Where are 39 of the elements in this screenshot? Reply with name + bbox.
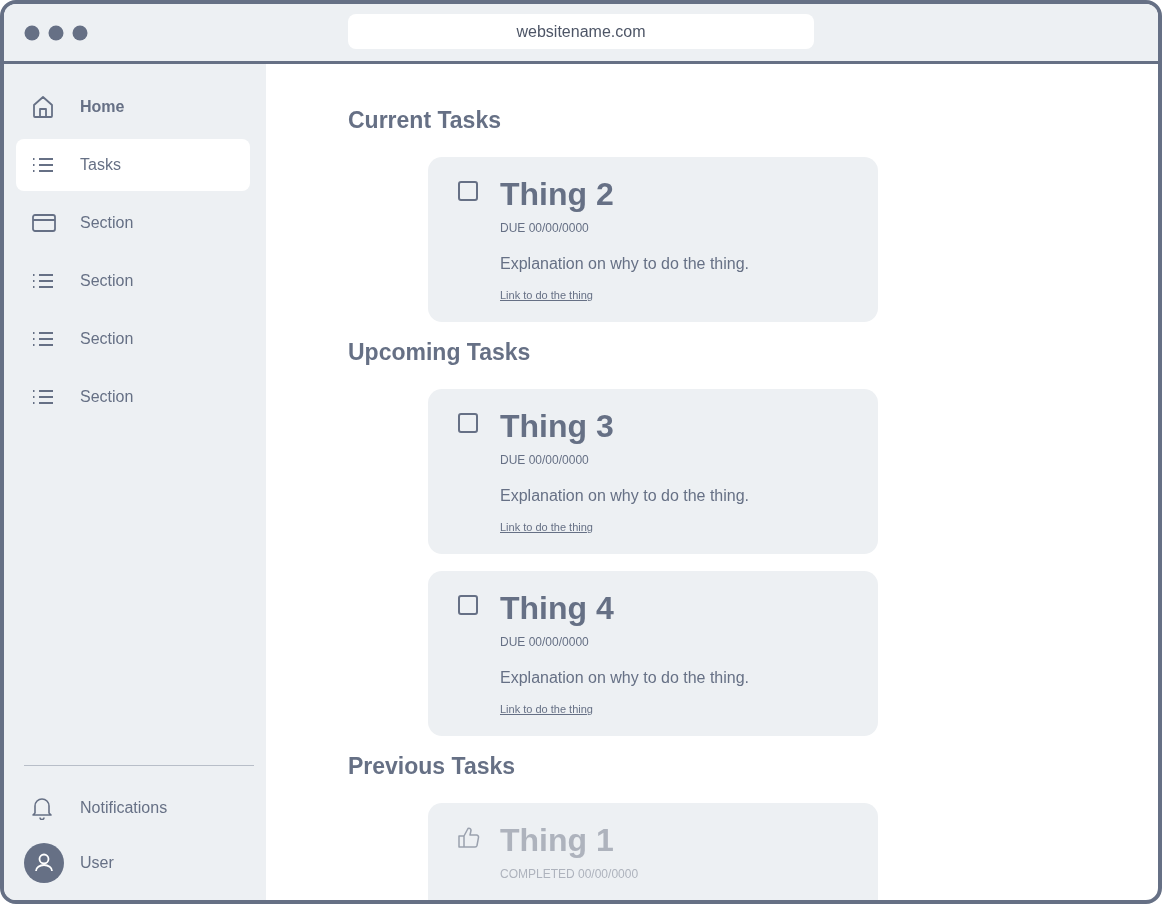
bell-icon xyxy=(32,795,52,820)
list-icon xyxy=(32,389,54,405)
task-title: Thing 3 xyxy=(500,409,615,443)
task-link[interactable]: Link to do the thing xyxy=(500,521,593,533)
task-date: COMPLETED 00/00/0000 xyxy=(500,867,639,881)
task-link[interactable]: Link to do the thing xyxy=(500,289,593,301)
task-title: Thing 1 xyxy=(500,823,615,857)
card-icon xyxy=(32,214,56,232)
checkbox[interactable] xyxy=(458,181,478,201)
sidebar-item[interactable]: Section xyxy=(16,371,250,423)
address-bar[interactable]: websitename.com xyxy=(348,14,814,49)
sidebar-item[interactable]: User xyxy=(16,835,250,890)
task-date: DUE 00/00/0000 xyxy=(500,635,590,649)
section-heading: Previous Tasks xyxy=(348,753,517,780)
home-icon xyxy=(32,95,54,119)
thumbs-up-icon xyxy=(458,827,480,849)
sidebar-item[interactable]: Notifications xyxy=(16,780,250,835)
window-dots-icon xyxy=(24,24,88,41)
sidebar-item[interactable]: Section xyxy=(16,313,250,365)
task-explanation: Explanation on why to do the thing. xyxy=(500,669,750,687)
section-heading: Current Tasks xyxy=(348,107,502,134)
section-heading: Upcoming Tasks xyxy=(348,339,532,366)
list-icon xyxy=(32,331,54,347)
task-date: DUE 00/00/0000 xyxy=(500,453,590,467)
checkbox[interactable] xyxy=(458,595,478,615)
task-title: Thing 2 xyxy=(500,177,615,211)
sidebar-item[interactable]: Tasks xyxy=(16,139,250,191)
task-date: DUE 00/00/0000 xyxy=(500,221,590,235)
list-icon xyxy=(32,157,54,173)
list-icon xyxy=(32,273,54,289)
sidebar-item[interactable]: Section xyxy=(16,255,250,307)
sidebar-item[interactable]: Section xyxy=(16,197,250,249)
task-explanation: Explanation on why to do the thing. xyxy=(500,487,750,505)
checkbox[interactable] xyxy=(458,413,478,433)
task-title: Thing 4 xyxy=(500,591,615,625)
user-avatar xyxy=(24,842,64,883)
task-explanation: Explanation on why to do the thing. xyxy=(500,255,750,273)
sidebar-item[interactable]: Home xyxy=(16,81,250,133)
task-link[interactable]: Link to do the thing xyxy=(500,703,593,715)
